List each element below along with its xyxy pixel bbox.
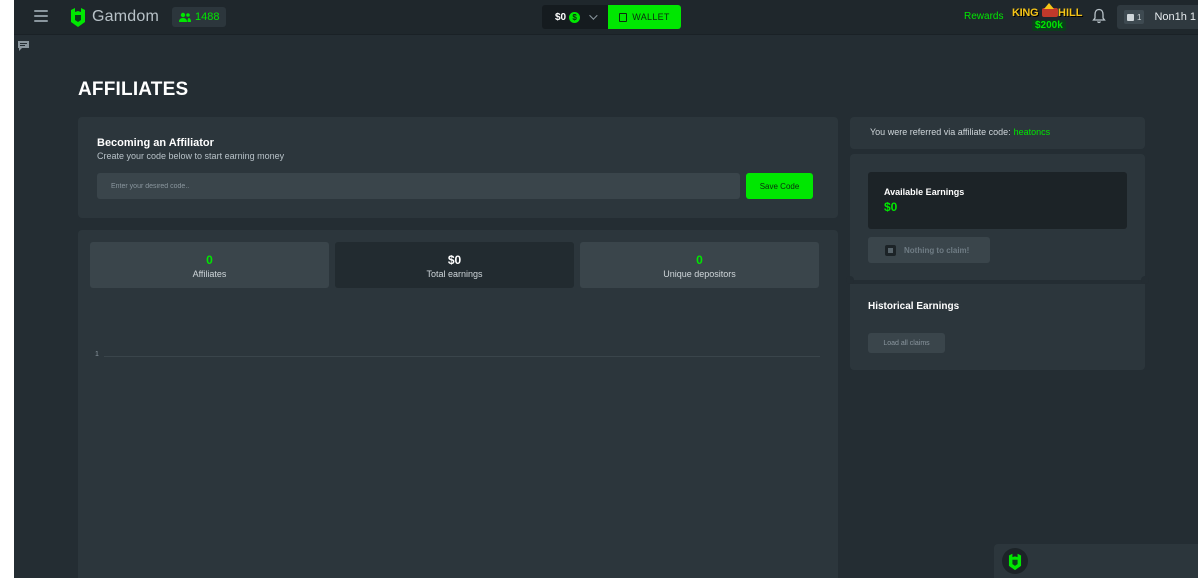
online-users[interactable]: 1488 xyxy=(172,7,227,27)
coin-icon: $ xyxy=(569,11,581,23)
stat-value: $0 xyxy=(447,253,462,267)
support-chat-widget[interactable] xyxy=(994,544,1198,578)
chart-gridline xyxy=(104,356,820,357)
affiliate-code-input[interactable] xyxy=(97,173,740,199)
stat-affiliates: 0 Affiliates xyxy=(90,242,329,288)
become-subtitle: Create your code below to start earning … xyxy=(97,151,285,161)
stat-unique-depositors: 0 Unique depositors xyxy=(580,242,819,288)
affiliate-stats-panel: 0 Affiliates $0 Total earnings 0 Unique … xyxy=(78,230,838,578)
referral-panel: You were referred via affiliate code: hea… xyxy=(850,117,1145,149)
level-badge: 1 xyxy=(1124,10,1145,24)
page-title: AFFILIATES xyxy=(78,79,189,100)
rewards-link[interactable]: Rewards xyxy=(964,11,1003,22)
available-earnings-box: Available Earnings $0 xyxy=(868,172,1127,229)
claim-button[interactable]: Nothing to claim! xyxy=(868,237,990,263)
app-frame: Gamdom 1488 $0 $ WALLET Rewards KING HIL… xyxy=(14,0,1198,578)
available-earnings-value: $0 xyxy=(884,200,898,214)
promo-badge xyxy=(1042,8,1058,17)
available-earnings-panel: Available Earnings $0 Nothing to claim! xyxy=(850,154,1145,280)
referral-text: You were referred via affiliate code: xyxy=(870,127,1011,137)
claim-label: Nothing to claim! xyxy=(904,245,970,255)
users-icon xyxy=(179,12,191,22)
stat-label: Total earnings xyxy=(426,269,483,279)
balance-dropdown[interactable]: $0 $ xyxy=(542,5,608,29)
gamdom-logo-icon xyxy=(71,8,85,27)
online-count: 1488 xyxy=(195,11,220,23)
balance-amount: $0 xyxy=(555,11,567,23)
crown-icon xyxy=(1044,3,1054,9)
wallet-icon xyxy=(619,12,628,22)
panel-notch-right xyxy=(1141,276,1149,284)
promo-prize: $200k xyxy=(1032,20,1066,31)
bell-icon[interactable] xyxy=(1092,8,1106,24)
stat-label: Affiliates xyxy=(192,269,227,279)
promo-word-right: HILL xyxy=(1058,7,1083,19)
level-value: 1 xyxy=(1137,12,1142,22)
load-all-claims-button[interactable]: Load all claims xyxy=(868,333,945,353)
gift-icon xyxy=(885,244,896,256)
brand-name: Gamdom xyxy=(92,8,159,25)
promo-word-left: KING xyxy=(1012,7,1039,19)
user-menu[interactable]: 1 Non1h 1 xyxy=(1117,5,1198,29)
menu-icon[interactable] xyxy=(34,10,48,22)
referral-info: You were referred via affiliate code: hea… xyxy=(870,127,1050,137)
brand-logo[interactable]: Gamdom xyxy=(69,6,159,28)
chevron-down-icon xyxy=(589,11,598,20)
historical-earnings-panel: Historical Earnings Load all claims xyxy=(850,284,1145,370)
become-title: Becoming an Affiliator xyxy=(97,137,214,149)
become-affiliate-panel: Becoming an Affiliator Create your code … xyxy=(78,117,838,218)
referral-code: heatoncs xyxy=(1013,127,1051,137)
gamdom-logo-icon xyxy=(1008,553,1022,570)
support-avatar xyxy=(1002,548,1028,574)
earnings-chart: 1 xyxy=(78,340,838,380)
chat-icon[interactable] xyxy=(17,40,30,52)
wallet-label: WALLET xyxy=(632,12,670,22)
level-icon xyxy=(1127,13,1134,21)
stat-value: 0 xyxy=(696,253,703,267)
stat-label: Unique depositors xyxy=(663,269,736,279)
historical-earnings-title: Historical Earnings xyxy=(868,301,960,312)
chart-y-tick: 1 xyxy=(95,351,99,358)
panel-notch-left xyxy=(846,276,854,284)
top-bar: Gamdom 1488 $0 $ WALLET Rewards KING HIL… xyxy=(14,0,1198,35)
available-earnings-title: Available Earnings xyxy=(884,187,965,197)
stat-total-earnings: $0 Total earnings xyxy=(335,242,574,288)
stat-value: 0 xyxy=(206,253,213,267)
username: Non1h 1 xyxy=(1154,11,1197,23)
wallet-button[interactable]: WALLET xyxy=(608,5,681,29)
king-of-the-hill-promo[interactable]: KING HILL $200k xyxy=(1012,3,1084,33)
save-code-button[interactable]: Save Code xyxy=(746,173,813,199)
